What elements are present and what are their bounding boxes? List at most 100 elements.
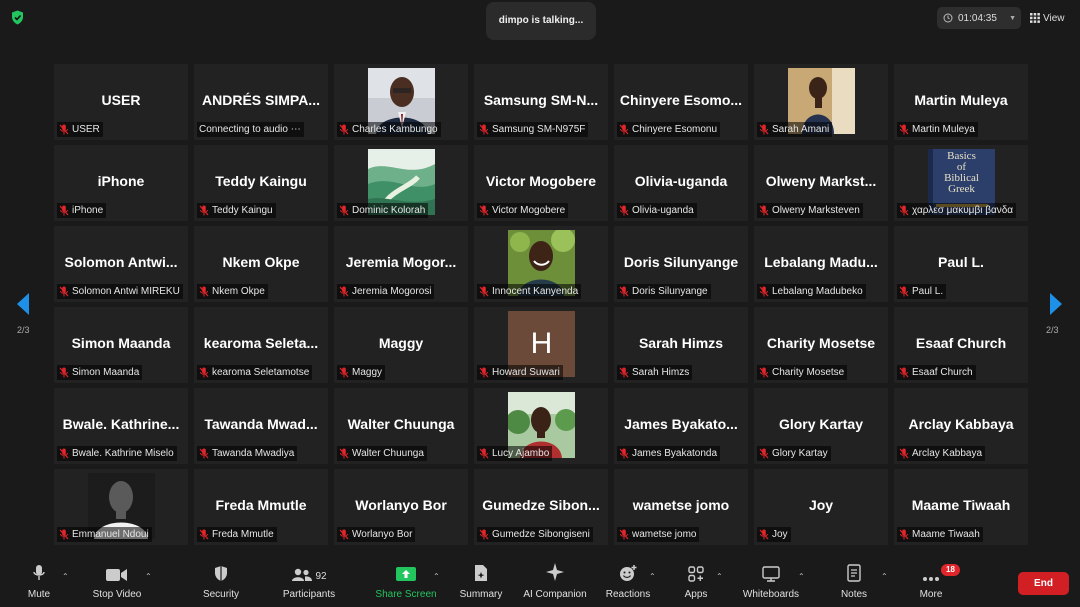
participant-tile[interactable]: iPhone iPhone — [54, 145, 188, 221]
security-button[interactable]: Security — [200, 555, 242, 607]
mute-button[interactable]: Mute — [22, 555, 56, 607]
mute-options-chevron-icon[interactable]: ⌃ — [62, 572, 69, 581]
next-page-arrow-icon[interactable] — [1046, 290, 1066, 318]
muted-mic-icon — [759, 448, 769, 459]
participant-tile[interactable]: Sarah Himzs Sarah Himzs — [614, 307, 748, 383]
participant-tile[interactable]: Doris Silunyange Doris Silunyange — [614, 226, 748, 302]
participant-tile[interactable]: Martin Muleya Martin Muleya — [894, 64, 1028, 140]
participant-name-label: Maame Tiwaah — [897, 527, 983, 542]
participant-name-label: Nkem Okpe — [197, 284, 268, 299]
end-meeting-button[interactable]: End — [1018, 572, 1069, 595]
participant-name: Esaaf Church — [912, 367, 973, 378]
participant-tile[interactable]: Basics of Biblical Greek χαρλεσ μακυμβι βανδ… — [894, 145, 1028, 221]
reactions-button[interactable]: Reactions — [604, 555, 652, 607]
meeting-timer[interactable]: 01:04:35 ▼ — [937, 7, 1021, 29]
participant-tile[interactable]: Nkem Okpe Nkem Okpe — [194, 226, 328, 302]
participants-button[interactable]: 92 Participants — [278, 555, 340, 607]
participant-tile[interactable]: Samsung SM-N... Samsung SM-N975F — [474, 64, 608, 140]
participant-tile[interactable]: Olivia-uganda Olivia-uganda — [614, 145, 748, 221]
participant-name-label: Innocent Kanyenda — [477, 284, 582, 299]
participant-tile[interactable]: Simon Maanda Simon Maanda — [54, 307, 188, 383]
more-dots-icon — [923, 577, 939, 581]
participant-tile[interactable]: Tawanda Mwad... Tawanda Mwadiya — [194, 388, 328, 464]
participant-tile[interactable]: Walter Chuunga Walter Chuunga — [334, 388, 468, 464]
notes-button[interactable]: Notes — [834, 555, 874, 607]
stop-video-button[interactable]: Stop Video — [88, 555, 146, 607]
meeting-toolbar: Mute ⌃ Stop Video ⌃ Security 92 Particip… — [0, 555, 1080, 607]
participant-tile[interactable]: Paul L. Paul L. — [894, 226, 1028, 302]
apps-options-chevron-icon[interactable]: ⌃ — [716, 572, 723, 581]
participant-tile[interactable]: Lebalang Madu... Lebalang Madubeko — [754, 226, 888, 302]
muted-mic-icon — [899, 529, 909, 540]
share-screen-button[interactable]: Share Screen — [374, 555, 438, 607]
apps-button[interactable]: Apps — [678, 555, 714, 607]
participant-name: wametse jomo — [632, 529, 697, 540]
shield-check-icon[interactable] — [11, 10, 24, 25]
participant-tile[interactable]: USER USER — [54, 64, 188, 140]
participant-tile[interactable]: Olweny Markst... Olweny Marksteven — [754, 145, 888, 221]
more-button[interactable]: More — [911, 555, 951, 607]
participant-tile[interactable]: Maame Tiwaah Maame Tiwaah — [894, 469, 1028, 545]
participant-name-label: Doris Silunyange — [617, 284, 711, 299]
participant-tile[interactable]: Freda Mmutle Freda Mmutle — [194, 469, 328, 545]
ai-companion-button[interactable]: AI Companion — [520, 555, 590, 607]
participant-tile[interactable]: James Byakato... James Byakatonda — [614, 388, 748, 464]
participant-tile[interactable]: Dominic Kolorah — [334, 145, 468, 221]
participant-tile[interactable]: wametse jomo wametse jomo — [614, 469, 748, 545]
summary-button[interactable]: Summary — [457, 555, 505, 607]
participant-name: Jeremia Mogorosi — [352, 286, 432, 297]
participant-tile[interactable]: Joy Joy — [754, 469, 888, 545]
participant-tile[interactable]: Victor Mogobere Victor Mogobere — [474, 145, 608, 221]
reactions-options-chevron-icon[interactable]: ⌃ — [649, 572, 656, 581]
whiteboards-button[interactable]: Whiteboards — [740, 555, 802, 607]
muted-mic-icon — [619, 529, 629, 540]
participant-name-label: Gumedze Sibongiseni — [477, 527, 593, 542]
participant-name: Connecting to audio ⋯ — [199, 124, 301, 135]
whiteboards-options-chevron-icon[interactable]: ⌃ — [798, 572, 805, 581]
participant-name-label: χαρλεσ μακυμβι βανδα — [897, 203, 1017, 218]
participant-name-label: Olivia-uganda — [617, 203, 697, 218]
participant-tile[interactable]: ANDRÉS SIMPA... Connecting to audio ⋯ — [194, 64, 328, 140]
apps-icon — [688, 566, 704, 582]
share-options-chevron-icon[interactable]: ⌃ — [433, 572, 440, 581]
participant-tile[interactable]: Teddy Kaingu Teddy Kaingu — [194, 145, 328, 221]
participant-tile[interactable]: Innocent Kanyenda — [474, 226, 608, 302]
participant-name-label: James Byakatonda — [617, 446, 721, 461]
participant-tile[interactable]: Solomon Antwi... Solomon Antwi MIREKU — [54, 226, 188, 302]
participant-tile[interactable]: Lucy Ajambo — [474, 388, 608, 464]
security-label: Security — [202, 589, 240, 600]
participant-name-label: Bwale. Kathrine Miselo — [57, 446, 177, 461]
participant-name: Gumedze Sibongiseni — [492, 529, 590, 540]
participant-display-name: Maame Tiwaah — [911, 497, 1011, 513]
view-button[interactable]: View — [1030, 8, 1065, 28]
participant-tile[interactable]: Bwale. Kathrine... Bwale. Kathrine Miselo — [54, 388, 188, 464]
muted-mic-icon — [59, 286, 69, 297]
participant-tile[interactable]: Esaaf Church Esaaf Church — [894, 307, 1028, 383]
participant-name: Teddy Kaingu — [212, 205, 273, 216]
participant-tile[interactable]: H Howard Suwari — [474, 307, 608, 383]
participant-tile[interactable]: Sarah Amani — [754, 64, 888, 140]
participant-tile[interactable]: Glory Kartay Glory Kartay — [754, 388, 888, 464]
participant-tile[interactable]: Gumedze Sibon... Gumedze Sibongiseni — [474, 469, 608, 545]
participant-tile[interactable]: Charity Mosetse Charity Mosetse — [754, 307, 888, 383]
participant-tile[interactable]: Worlanyo Bor Worlanyo Bor — [334, 469, 468, 545]
participant-tile[interactable]: kearoma Seleta... kearoma Seletamotse — [194, 307, 328, 383]
participant-tile[interactable]: Arclay Kabbaya Arclay Kabbaya — [894, 388, 1028, 464]
muted-mic-icon — [59, 448, 69, 459]
participant-tile[interactable]: Emmanuel Ndoui — [54, 469, 188, 545]
participant-tile[interactable]: Jeremia Mogor... Jeremia Mogorosi — [334, 226, 468, 302]
muted-mic-icon — [619, 286, 629, 297]
video-options-chevron-icon[interactable]: ⌃ — [145, 572, 152, 581]
muted-mic-icon — [899, 124, 909, 135]
participant-name: Paul L. — [912, 286, 944, 297]
muted-mic-icon — [339, 367, 349, 378]
previous-page-arrow-icon[interactable] — [13, 290, 33, 318]
whiteboards-label: Whiteboards — [742, 589, 800, 600]
notes-options-chevron-icon[interactable]: ⌃ — [881, 572, 888, 581]
participant-tile[interactable]: Charles Kambungo — [334, 64, 468, 140]
participant-tile[interactable]: Maggy Maggy — [334, 307, 468, 383]
participant-name: USER — [72, 124, 100, 135]
participant-tile[interactable]: Chinyere Esomo... Chinyere Esomonu — [614, 64, 748, 140]
participant-gallery: USER USER ANDRÉS SIMPA... Connecting to aud… — [54, 64, 1028, 545]
participant-name: Worlanyo Bor — [352, 529, 413, 540]
